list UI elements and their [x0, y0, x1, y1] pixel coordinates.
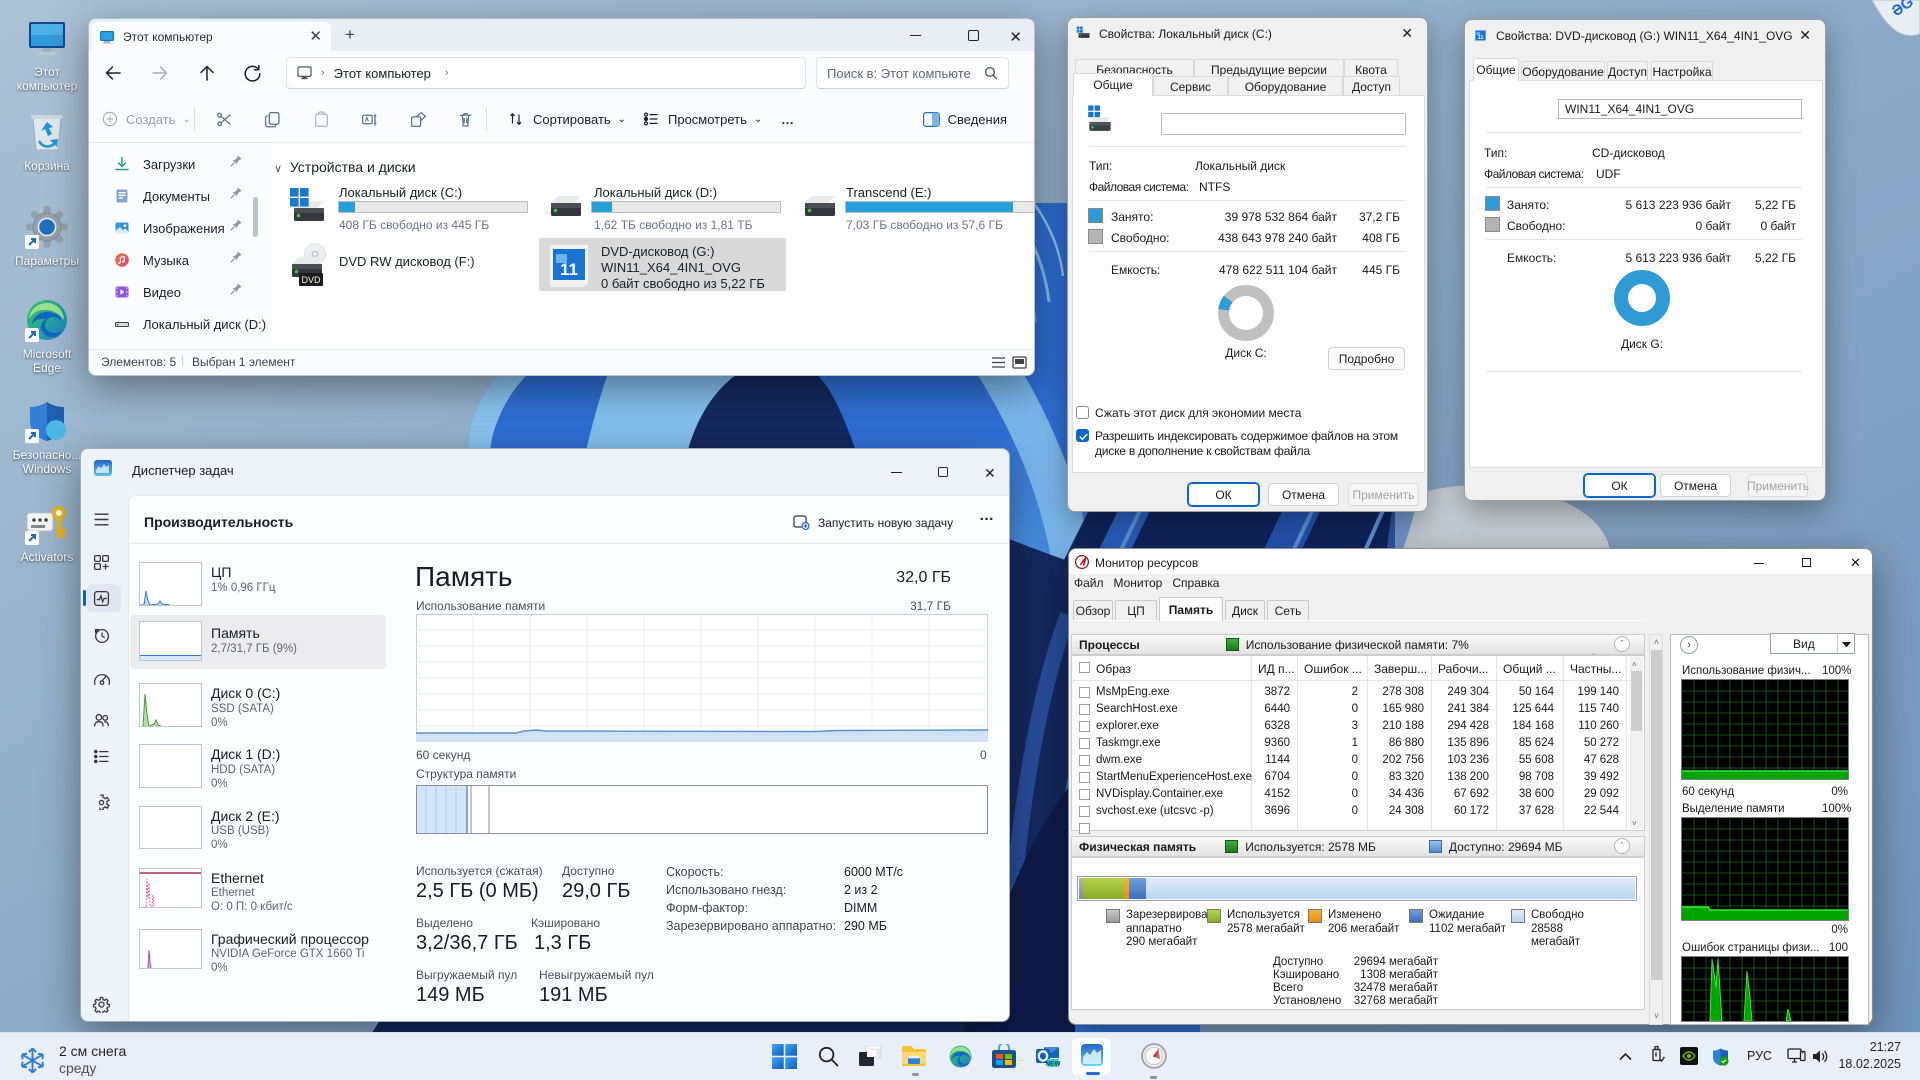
svg-text:11: 11: [560, 260, 578, 279]
svg-text:DVD: DVD: [301, 275, 321, 285]
svg-text:NEW: NEW: [1045, 1061, 1061, 1068]
